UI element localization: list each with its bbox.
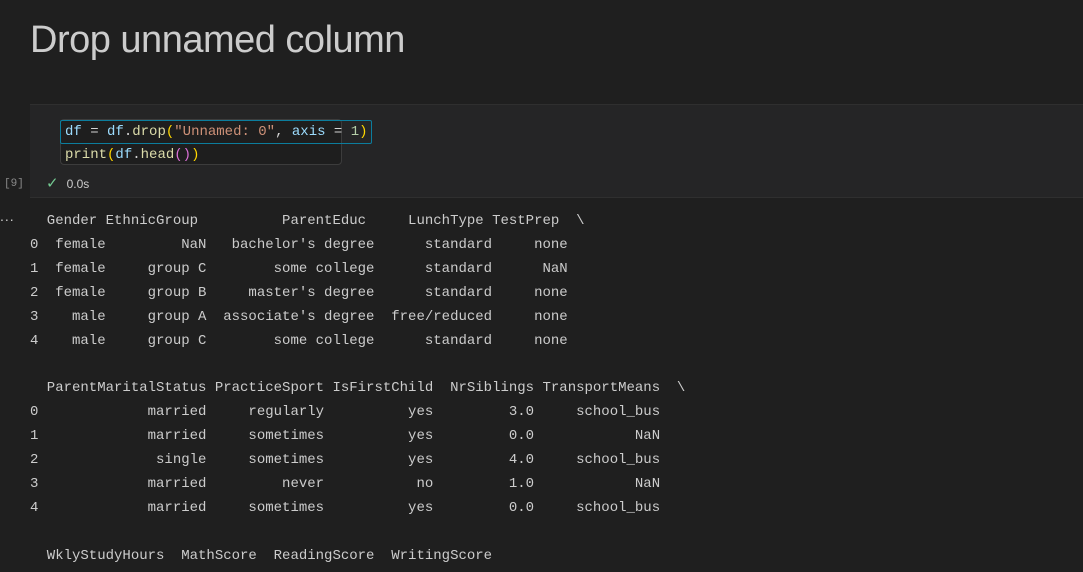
- code-editor[interactable]: df = df.drop("Unnamed: 0", axis = 1) pri…: [60, 119, 372, 166]
- code-token: 1: [350, 124, 360, 140]
- output-line: 2 single sometimes yes 4.0 school_bus: [30, 452, 661, 469]
- code-token: head: [140, 147, 175, 163]
- code-token: axis: [291, 124, 326, 140]
- code-token: ): [359, 124, 368, 140]
- code-cell[interactable]: df = df.drop("Unnamed: 0", axis = 1) pri…: [30, 104, 1083, 198]
- code-token: ): [182, 147, 192, 163]
- execution-duration: 0.0s: [66, 177, 90, 191]
- execution-count: [9]: [4, 178, 24, 190]
- code-line-1[interactable]: df = df.drop("Unnamed: 0", axis = 1): [60, 120, 372, 144]
- code-token: ,: [275, 124, 292, 140]
- output-line: WklyStudyHours MathScore ReadingScore Wr…: [30, 547, 493, 564]
- output-line: 0 female NaN bachelor's degree standard …: [30, 236, 568, 253]
- code-token: .: [123, 124, 133, 140]
- output-line: 1 married sometimes yes 0.0 NaN: [30, 428, 661, 445]
- output-line: 4 married sometimes yes 0.0 school_bus: [30, 499, 661, 516]
- markdown-heading: Drop unnamed column: [30, 19, 405, 61]
- output-line: 3 married never no 1.0 NaN: [30, 475, 661, 492]
- execution-status: ✓ 0.0s: [46, 174, 89, 194]
- code-token: (: [174, 147, 183, 163]
- code-line-2[interactable]: print(df.head()): [65, 144, 199, 166]
- output-line: 4 male group C some college standard non…: [30, 332, 568, 349]
- cell-output: Gender EthnicGroup ParentEduc LunchType …: [30, 210, 685, 569]
- code-token: .: [132, 147, 141, 163]
- code-token: drop: [132, 124, 166, 140]
- output-line: 1 female group C some college standard N…: [30, 260, 568, 277]
- code-token: =: [325, 124, 351, 140]
- code-token: df: [115, 147, 133, 163]
- output-line: 3 male group A associate's degree free/r…: [30, 308, 568, 325]
- check-icon: ✓: [46, 175, 59, 192]
- code-token: print: [65, 147, 108, 163]
- output-line: 0 married regularly yes 3.0 school_bus: [30, 404, 661, 421]
- code-token: =: [81, 124, 108, 140]
- code-token: ): [191, 147, 200, 163]
- code-token: (: [165, 124, 175, 140]
- code-token: df: [65, 124, 82, 140]
- output-line: 2 female group B master's degree standar…: [30, 284, 568, 301]
- code-token: df: [107, 124, 124, 140]
- code-token: "Unnamed: 0": [174, 124, 276, 140]
- output-more-icon[interactable]: ...: [0, 208, 15, 224]
- output-line: Gender EthnicGroup ParentEduc LunchType …: [30, 213, 585, 229]
- output-line: ParentMaritalStatus PracticeSport IsFirs…: [30, 380, 686, 397]
